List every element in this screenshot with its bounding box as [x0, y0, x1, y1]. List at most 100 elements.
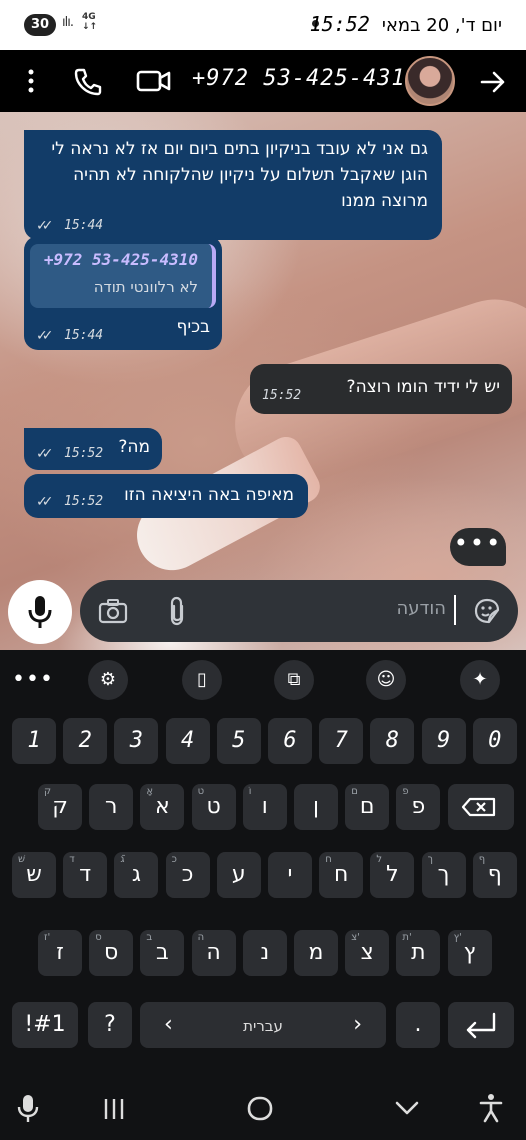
message-bubble[interactable]: מה? ✓✓ 15:52 [24, 428, 162, 470]
key-label: 8 [385, 728, 400, 753]
arrow-right-icon[interactable] [478, 67, 508, 97]
key[interactable]: 5 [216, 718, 261, 764]
key-hint: ת' [402, 932, 412, 943]
key[interactable]: 8 [370, 718, 415, 764]
key-label: 1 [27, 728, 41, 753]
key[interactable]: ץ' ץ [447, 930, 492, 976]
key-label: 5 [232, 728, 246, 753]
recents-icon[interactable] [102, 1093, 126, 1123]
key[interactable]: קק [38, 784, 82, 830]
more-icon[interactable]: ••• [12, 660, 53, 700]
contact-name[interactable]: +972 53-425-4310 [192, 66, 420, 91]
key[interactable]: ת' ת [396, 930, 441, 976]
message-time: 15:52 [64, 446, 104, 461]
key[interactable]: צ' צ [345, 930, 390, 976]
key[interactable]: םם [345, 784, 390, 830]
message-bubble-outgoing[interactable]: יש לי ידיד הומו רוצה? 15:52 [250, 364, 512, 414]
key[interactable]: טט [191, 784, 236, 830]
key-label: ? [104, 1012, 116, 1037]
key[interactable]: . [396, 1002, 440, 1048]
key[interactable]: ן [294, 784, 338, 830]
key-label: ם [359, 794, 375, 819]
avatar[interactable] [405, 56, 455, 106]
key[interactable]: סס [89, 930, 134, 976]
key[interactable]: וֹ ו [242, 784, 287, 830]
key[interactable]: שׁ ש [12, 852, 56, 898]
key[interactable]: ז' ז [38, 930, 82, 976]
key[interactable]: בב [140, 930, 185, 976]
key-label: פ [411, 794, 426, 819]
key[interactable]: 4 [165, 718, 210, 764]
message-text: גם אני לא עובד בניקיון בתים ביום יום אז … [51, 139, 428, 211]
read-ticks-icon: ✓✓ [36, 446, 54, 462]
key[interactable]: ךך [421, 852, 466, 898]
enter-key[interactable] [448, 1002, 514, 1048]
key[interactable]: לל [370, 852, 415, 898]
key-label: ע [231, 862, 246, 887]
mic-icon[interactable] [16, 1093, 40, 1123]
key[interactable]: מ [294, 930, 338, 976]
key[interactable]: ר [89, 784, 134, 830]
space-key[interactable]: ‹ עברית › [140, 1002, 386, 1048]
key[interactable]: ףף [472, 852, 517, 898]
accessibility-icon[interactable] [478, 1093, 504, 1123]
key-hint: ל [376, 854, 383, 865]
chat-area[interactable]: גם אני לא עובד בניקיון בתים ביום יום אז … [0, 112, 526, 650]
status-bar: 30 ılı. 4G ↓↑ 15:52 יום ד', 20 במאי [0, 0, 526, 50]
quoted-message[interactable]: +972 53-425-4310 לא רלוונטי תודה [30, 244, 216, 308]
more-vert-icon[interactable] [22, 68, 40, 94]
key[interactable]: 2 [63, 718, 108, 764]
key[interactable]: ע [216, 852, 261, 898]
key[interactable]: פפ [396, 784, 441, 830]
key-label: 0 [488, 728, 502, 753]
back-chevron-icon[interactable] [394, 1093, 420, 1123]
key-hint: ם [351, 786, 358, 797]
key[interactable]: 0 [472, 718, 517, 764]
chat-header: +972 53-425-4310 [0, 50, 526, 112]
message-bubble[interactable]: מאיפה באה היציאה הזו ✓✓ 15:52 [24, 474, 308, 518]
message-input[interactable]: הודעה [396, 598, 446, 619]
key-label: ג [131, 862, 141, 887]
key-label: . [414, 1012, 422, 1037]
key[interactable]: ככ [165, 852, 210, 898]
ai-sparkle-icon[interactable]: ✦ [460, 660, 500, 700]
status-datetime: 15:52 יום ד', 20 במאי [310, 12, 502, 36]
key[interactable]: 9 [421, 718, 466, 764]
key[interactable]: !#1 [12, 1002, 78, 1048]
home-icon[interactable] [246, 1093, 274, 1123]
key[interactable]: אָ א [140, 784, 185, 830]
voice-record-button[interactable] [8, 580, 72, 644]
paperclip-icon[interactable] [166, 596, 188, 626]
message-input-bar[interactable]: הודעה [80, 580, 518, 642]
video-icon[interactable] [136, 67, 172, 95]
key-hint: ץ' [453, 932, 462, 943]
key-label: ץ [463, 940, 476, 965]
key[interactable]: 6 [268, 718, 312, 764]
key[interactable]: ? [88, 1002, 132, 1048]
keyboard[interactable]: ••• ⚙ ▯ ⧉ ☺ ✦ 1 2 3 4 5 6 7 8 9 0 ק ק ר אָ א ט ט וֹ ו ן ם ם פ פ… [0, 650, 526, 1075]
settings-icon[interactable]: ⚙ [88, 660, 128, 700]
message-bubble[interactable]: גם אני לא עובד בניקיון בתים ביום יום אז … [24, 130, 442, 240]
key[interactable]: דד [63, 852, 108, 898]
sticker-icon[interactable] [472, 596, 502, 626]
key[interactable]: הה [191, 930, 236, 976]
mic-icon [28, 596, 52, 628]
camera-icon[interactable] [98, 598, 128, 624]
key[interactable]: 1 [12, 718, 56, 764]
clipboard-icon[interactable]: ▯ [182, 660, 222, 700]
quote-sender: +972 53-425-4310 [43, 250, 198, 269]
backspace-key[interactable] [448, 784, 514, 830]
backspace-icon [461, 797, 496, 817]
phone-icon[interactable] [73, 67, 103, 97]
key-hint: ז' [44, 932, 51, 943]
key[interactable]: י [268, 852, 312, 898]
key[interactable]: נ [242, 930, 287, 976]
key[interactable]: 7 [319, 718, 364, 764]
emoji-icon[interactable]: ☺ [366, 660, 406, 700]
key[interactable]: 3 [114, 718, 159, 764]
message-bubble[interactable]: +972 53-425-4310 לא רלוונטי תודה בכיף ✓✓… [24, 236, 222, 350]
translate-icon[interactable]: ⧉ [274, 660, 314, 700]
key[interactable]: גֿ ג [114, 852, 159, 898]
keyboard-toolbar: ••• ⚙ ▯ ⧉ ☺ ✦ [0, 650, 526, 710]
key[interactable]: חח [319, 852, 364, 898]
